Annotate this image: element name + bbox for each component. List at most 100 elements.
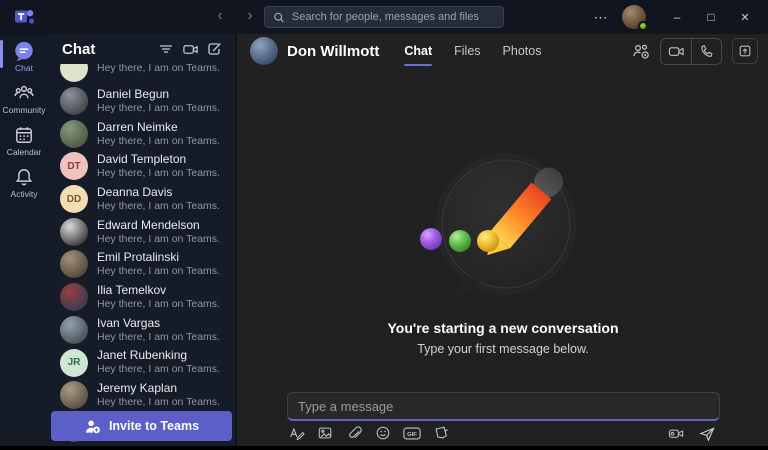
rail-item-activity[interactable]: Activity <box>0 160 48 202</box>
invite-label: Invite to Teams <box>109 419 199 433</box>
chat-list-item[interactable]: DT David Templeton Hey there, I am on Te… <box>48 150 236 183</box>
contact-name: Janet Rubenking <box>97 348 220 363</box>
invite-to-teams-button[interactable]: Invite to Teams <box>51 411 232 441</box>
search-icon <box>273 11 285 24</box>
contact-name: Emil Protalinski <box>97 250 220 265</box>
contact-avatar <box>60 250 88 278</box>
contact-name: Ilia Temelkov <box>97 283 220 298</box>
contact-avatar <box>60 218 88 246</box>
status-available-icon: ✓ <box>638 21 648 31</box>
message-preview: Hey there, I am on Teams. <box>97 64 220 75</box>
message-preview: Hey there, I am on Teams. <box>97 298 220 311</box>
message-preview: Hey there, I am on Teams. <box>97 233 220 246</box>
more-options-button[interactable]: ⋯ <box>586 9 616 26</box>
contact-name: Deanna Davis <box>97 185 220 200</box>
contact-avatar <box>60 381 88 409</box>
new-chat-icon[interactable] <box>202 38 226 60</box>
search-bar[interactable] <box>264 6 504 28</box>
rail-item-community[interactable]: Community <box>0 76 48 118</box>
chat-list-item[interactable]: Hey there, I am on Teams. <box>48 64 236 85</box>
popout-icon[interactable] <box>732 38 758 64</box>
user-avatar[interactable]: ✓ <box>622 5 646 29</box>
empty-state: You're starting a new conversation Type … <box>238 68 768 382</box>
video-call-button[interactable] <box>661 39 691 64</box>
message-preview: Hey there, I am on Teams. <box>97 102 220 115</box>
conversation-header: Don Willmott ChatFilesPhotos <box>238 34 768 68</box>
contact-name: Darren Neimke <box>97 120 220 135</box>
chat-list-item[interactable]: Edward Mendelson Hey there, I am on Team… <box>48 215 236 248</box>
format-icon[interactable] <box>287 424 305 442</box>
titlebar: ‹ › ⋯ ✓ – □ ✕ <box>0 0 768 34</box>
sticker-icon[interactable] <box>432 424 450 442</box>
rail-item-calendar[interactable]: Calendar <box>0 118 48 160</box>
svg-text:GIF: GIF <box>407 432 417 438</box>
rail-label: Activity <box>11 189 38 199</box>
message-box[interactable] <box>287 392 720 421</box>
rail-item-chat[interactable]: Chat <box>0 34 48 76</box>
rail-label: Community <box>3 105 46 115</box>
filter-icon[interactable] <box>154 38 178 60</box>
conversation-pane: Don Willmott ChatFilesPhotos <box>238 34 768 446</box>
chat-list-item[interactable]: Ivan Vargas Hey there, I am on Teams. <box>48 314 236 347</box>
audio-call-button[interactable] <box>691 39 721 64</box>
composer-toolbar: GIF <box>287 422 720 444</box>
image-icon[interactable] <box>316 424 334 442</box>
contact-avatar <box>60 64 88 82</box>
teams-window: ‹ › ⋯ ✓ – □ ✕ <box>0 0 768 446</box>
search-input[interactable] <box>292 11 495 23</box>
contact-name: Edward Mendelson <box>97 218 220 233</box>
send-icon[interactable] <box>698 424 716 442</box>
chat-list-item[interactable]: Daniel Begun Hey there, I am on Teams. <box>48 85 236 118</box>
contact-avatar: DD <box>60 185 88 213</box>
contact-avatar <box>60 316 88 344</box>
tab-chat[interactable]: Chat <box>395 34 441 68</box>
message-input[interactable] <box>298 399 709 414</box>
meet-now-icon[interactable] <box>178 38 202 60</box>
message-preview: Hey there, I am on Teams. <box>97 265 220 278</box>
attachment-icon[interactable] <box>345 424 363 442</box>
emoji-icon[interactable] <box>374 424 392 442</box>
rail-label: Calendar <box>7 147 42 157</box>
person-add-icon <box>84 419 101 434</box>
conversation-avatar[interactable] <box>250 37 278 65</box>
conversation-title: Don Willmott <box>287 43 379 60</box>
gif-icon[interactable]: GIF <box>403 424 421 442</box>
call-button-group <box>660 38 722 65</box>
maximize-button[interactable]: □ <box>694 0 728 34</box>
tab-photos[interactable]: Photos <box>494 34 551 68</box>
video-clip-icon[interactable] <box>667 424 685 442</box>
message-preview: Hey there, I am on Teams. <box>97 167 220 180</box>
community-icon <box>13 82 35 104</box>
message-preview: Hey there, I am on Teams. <box>97 396 220 409</box>
back-button[interactable]: ‹ <box>210 6 230 26</box>
forward-button[interactable]: › <box>240 6 260 26</box>
message-preview: Hey there, I am on Teams. <box>97 331 220 344</box>
contact-avatar <box>60 283 88 311</box>
rail-label: Chat <box>15 63 33 73</box>
new-conversation-illustration <box>398 132 608 312</box>
close-button[interactable]: ✕ <box>728 0 762 34</box>
contact-name: Daniel Begun <box>97 87 220 102</box>
message-preview: Hey there, I am on Teams. <box>97 363 220 376</box>
people-settings-icon[interactable] <box>630 40 652 62</box>
chat-list-item[interactable]: DD Deanna Davis Hey there, I am on Teams… <box>48 183 236 216</box>
calendar-icon <box>13 124 35 146</box>
contact-name: Ivan Vargas <box>97 316 220 331</box>
tab-files[interactable]: Files <box>445 34 489 68</box>
chat-list-item[interactable]: Jeremy Kaplan Hey there, I am on Teams. <box>48 379 236 412</box>
minimize-button[interactable]: – <box>660 0 694 34</box>
chat-list-item[interactable]: Ilia Temelkov Hey there, I am on Teams. <box>48 281 236 314</box>
chat-list-item[interactable]: JR Janet Rubenking Hey there, I am on Te… <box>48 346 236 379</box>
app-rail: Chat Community C <box>0 34 48 446</box>
message-preview: Hey there, I am on Teams. <box>97 135 220 148</box>
contact-name: Jeremy Kaplan <box>97 381 220 396</box>
empty-state-title: You're starting a new conversation <box>238 320 768 336</box>
empty-state-subtitle: Type your first message below. <box>238 342 768 356</box>
contact-avatar <box>60 87 88 115</box>
chat-list: Hey there, I am on Teams. Daniel Begun H… <box>48 64 236 446</box>
chat-list-item[interactable]: Emil Protalinski Hey there, I am on Team… <box>48 248 236 281</box>
chat-list-item[interactable]: Darren Neimke Hey there, I am on Teams. <box>48 117 236 150</box>
contact-avatar: JR <box>60 349 88 377</box>
teams-logo-icon <box>14 7 36 27</box>
contact-name: David Templeton <box>97 152 220 167</box>
